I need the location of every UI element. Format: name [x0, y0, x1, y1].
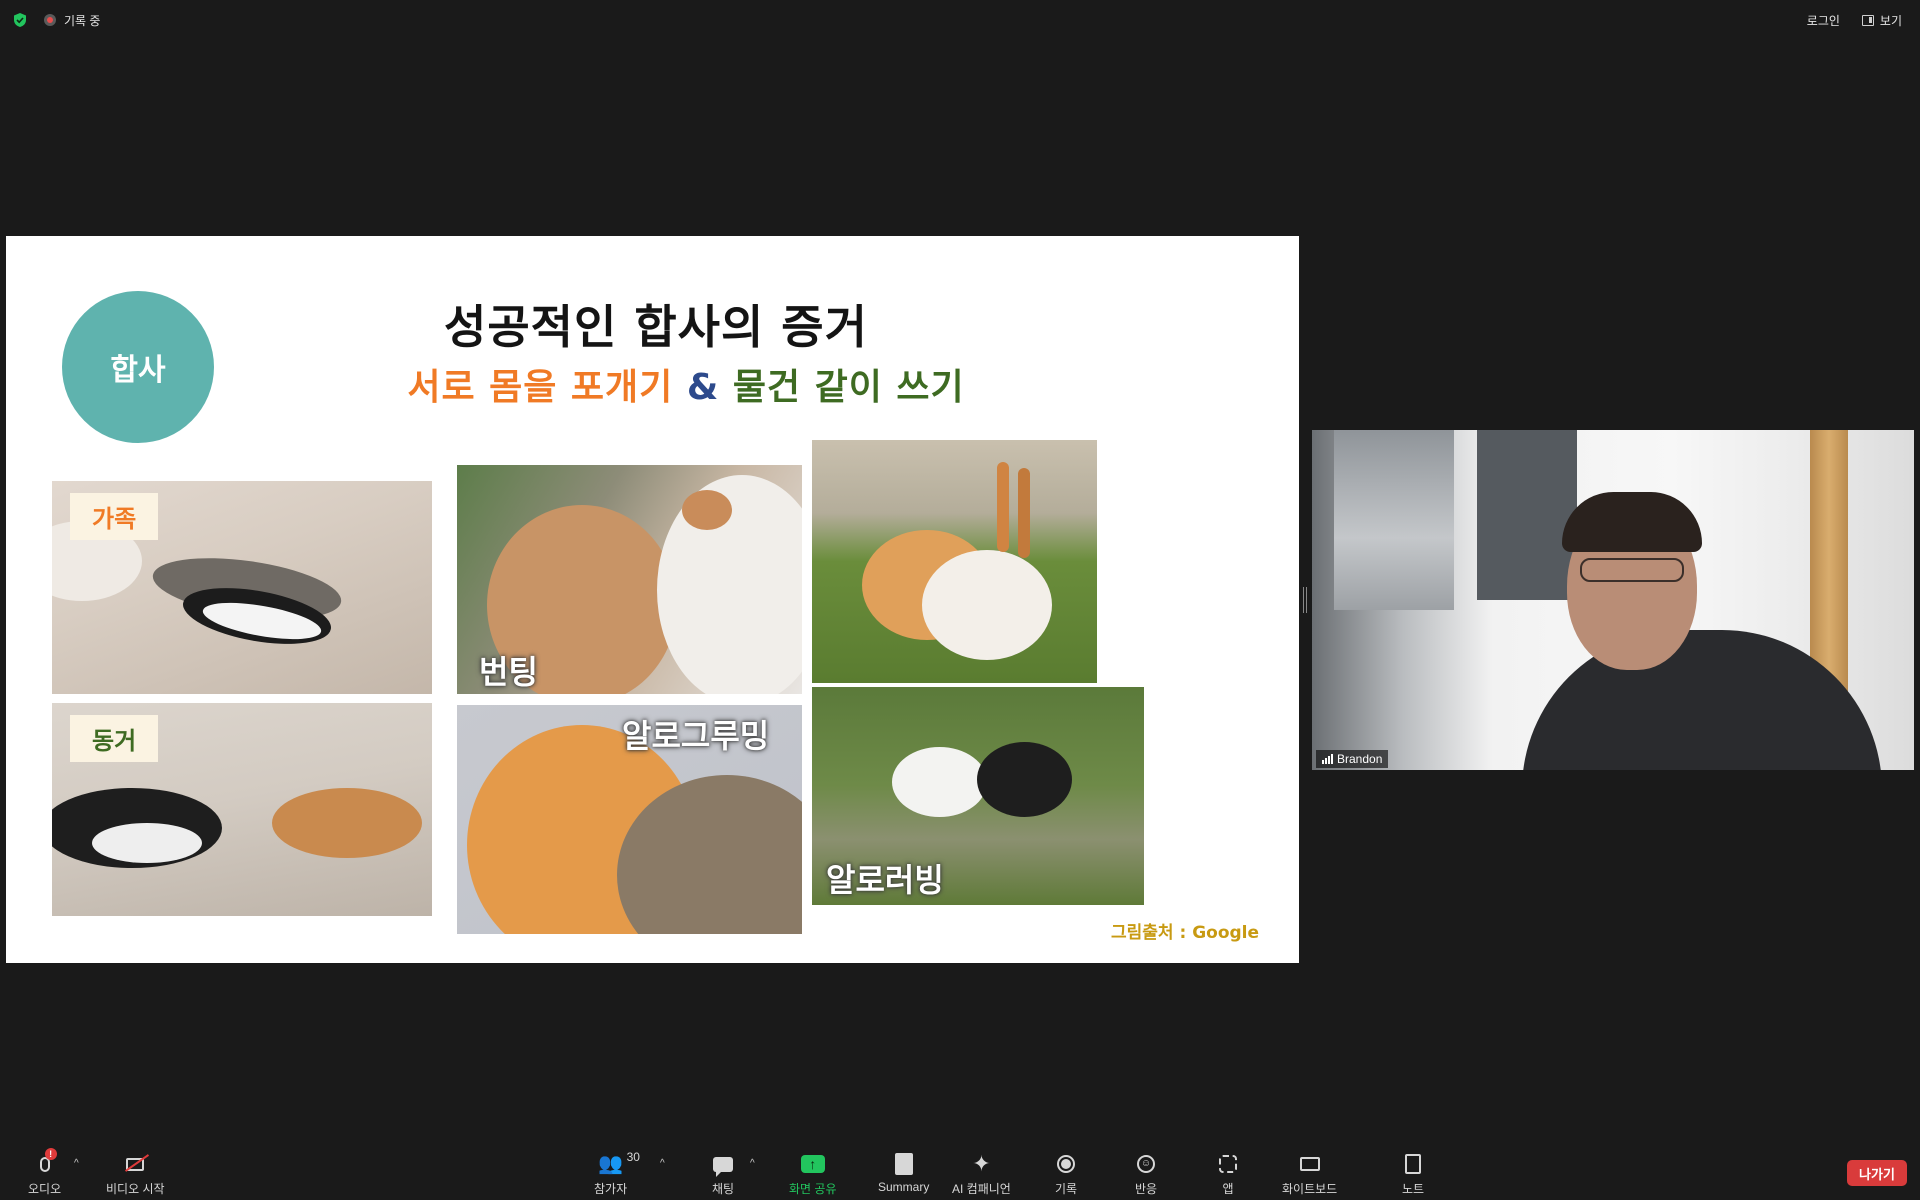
tail-shape	[997, 462, 1009, 552]
leave-meeting-button[interactable]: 나가기	[1847, 1160, 1907, 1186]
recording-indicator[interactable]: 기록 중	[44, 11, 100, 29]
white-patch-shape	[92, 823, 202, 863]
login-label: 로그인	[1806, 14, 1840, 28]
recording-label: 기록 중	[64, 13, 101, 28]
orange-cat-shape	[272, 788, 422, 858]
share-screen-button[interactable]: ↑ 화면 공유	[789, 1152, 837, 1197]
background-panel	[1477, 430, 1577, 600]
security-shield-icon[interactable]	[12, 12, 28, 28]
participant-video-tile[interactable]: Brandon	[1312, 430, 1914, 770]
record-icon	[1057, 1155, 1075, 1173]
signal-strength-icon	[1322, 754, 1333, 764]
photo-label-family: 가족	[70, 493, 159, 540]
black-cat-shape	[977, 742, 1072, 817]
photo-allorubbing-cats: 알로러빙	[812, 687, 1144, 905]
whiteboard-button[interactable]: 화이트보드	[1282, 1152, 1337, 1197]
shared-screen-slide: 합사 성공적인 합사의 증거 서로 몸을 포개기 & 물건 같이 쓰기 가족 동…	[6, 236, 1299, 963]
subtitle-ampersand: &	[686, 367, 720, 408]
photo-bunting-cats: 번팅	[457, 465, 802, 694]
participant-name: Brandon	[1337, 752, 1383, 766]
chat-label: 채팅	[711, 1182, 735, 1196]
tail-shape	[1018, 468, 1030, 558]
sparkle-icon: ✦	[972, 1151, 991, 1176]
people-icon: 👥	[598, 1153, 624, 1175]
notes-button[interactable]: 노트	[1399, 1152, 1427, 1197]
whiteboard-icon	[1299, 1157, 1320, 1171]
photo-label-allogrooming: 알로그루밍	[622, 717, 770, 755]
share-label: 화면 공유	[789, 1182, 837, 1196]
recording-dot-icon	[44, 14, 56, 26]
photo-cats-tails-up	[812, 440, 1097, 683]
background-window	[1334, 430, 1454, 610]
ai-companion-label: AI 컴패니언	[952, 1182, 1011, 1196]
share-screen-icon: ↑	[800, 1155, 825, 1173]
subtitle-part1: 서로 몸을 포개기	[407, 367, 674, 408]
photo-label-cohabit: 동거	[70, 715, 159, 762]
view-label: 보기	[1879, 14, 1902, 28]
orange-patch-shape	[682, 490, 732, 530]
image-credit: 그림출처 : Google	[1111, 923, 1260, 943]
white-cat-shape	[922, 550, 1052, 660]
view-button[interactable]: 보기	[1858, 10, 1906, 31]
white-cat-shape	[892, 747, 987, 817]
summary-icon	[894, 1153, 913, 1175]
person-hair	[1562, 492, 1702, 552]
chat-icon	[713, 1156, 733, 1177]
login-button[interactable]: 로그인	[1803, 10, 1844, 31]
chat-button[interactable]: 채팅	[709, 1152, 737, 1197]
participants-button[interactable]: 👥 30 참가자	[594, 1150, 640, 1197]
reactions-label: 반응	[1134, 1182, 1158, 1196]
notes-label: 노트	[1401, 1182, 1425, 1196]
top-bar: 기록 중 로그인 보기	[0, 0, 1920, 40]
meeting-toolbar: ! 오디오 ^ 비디오 시작 👥 30 참가자 ^ 채팅 ^ ↑ 화면 공유 S…	[0, 1140, 1920, 1200]
audio-label: 오디오	[28, 1182, 62, 1196]
chat-options-chevron-icon[interactable]: ^	[750, 1158, 755, 1169]
resize-handle[interactable]	[1303, 587, 1307, 613]
apps-label: 앱	[1222, 1182, 1234, 1196]
participants-label: 참가자	[594, 1182, 628, 1196]
slide-title: 성공적인 합사의 증거	[444, 300, 868, 354]
whiteboard-label: 화이트보드	[1282, 1182, 1338, 1196]
ai-companion-button[interactable]: ✦ AI 컴패니언	[952, 1152, 1011, 1197]
summary-label: Summary	[878, 1180, 930, 1194]
apps-button[interactable]: 앱	[1214, 1152, 1242, 1197]
reactions-button[interactable]: ☺ 반응	[1132, 1152, 1160, 1197]
view-layout-icon	[1861, 15, 1874, 26]
video-label: 비디오 시작	[106, 1182, 165, 1196]
record-button[interactable]: 기록	[1052, 1152, 1080, 1197]
photo-allogrooming-cats: 알로그루밍	[457, 705, 802, 934]
record-label: 기록	[1054, 1182, 1078, 1196]
apps-icon	[1219, 1155, 1237, 1173]
photo-family-cats: 가족	[52, 481, 432, 694]
summary-button[interactable]: Summary	[878, 1152, 929, 1194]
start-video-button[interactable]: 비디오 시작	[106, 1152, 165, 1197]
slide-badge: 합사	[62, 291, 214, 443]
audio-alert-badge: !	[44, 1148, 57, 1160]
participants-options-chevron-icon[interactable]: ^	[660, 1158, 665, 1169]
participant-name-tag: Brandon	[1316, 750, 1389, 768]
participant-count: 30	[626, 1150, 640, 1164]
audio-options-chevron-icon[interactable]: ^	[74, 1158, 79, 1169]
photo-label-bunting: 번팅	[479, 653, 538, 691]
glasses-shape	[1580, 558, 1684, 582]
audio-button[interactable]: ! 오디오	[28, 1148, 62, 1197]
notes-icon	[1405, 1154, 1421, 1174]
subtitle-part2: 물건 같이 쓰기	[732, 367, 965, 408]
reaction-icon: ☺	[1137, 1155, 1155, 1173]
photo-label-allorubbing: 알로러빙	[826, 861, 944, 899]
slide-subtitle: 서로 몸을 포개기 & 물건 같이 쓰기	[376, 358, 996, 410]
photo-cohabit-cats: 동거	[52, 703, 432, 916]
